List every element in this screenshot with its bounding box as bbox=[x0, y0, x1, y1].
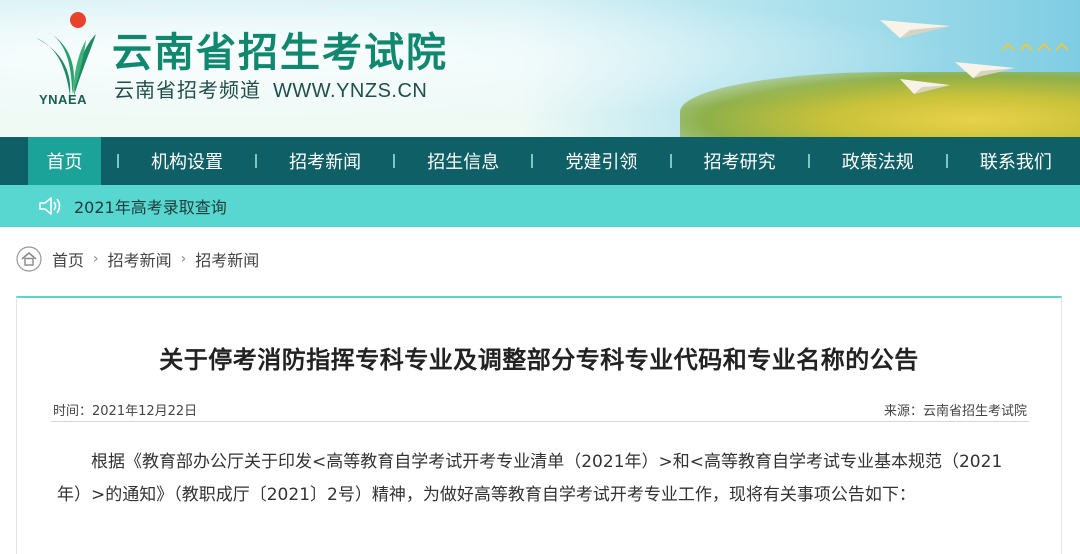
paper-plane-icon bbox=[955, 62, 1015, 78]
main-nav: 首页 机构设置 招考新闻 招生信息 党建引领 招考研究 政策法规 联系我们 bbox=[0, 137, 1080, 185]
paper-plane-icon bbox=[880, 20, 950, 38]
nav-item-organization[interactable]: 机构设置 bbox=[123, 137, 251, 185]
article-panel: 关于停考消防指挥专科专业及调整部分专科专业代码和专业名称的公告 时间：2021年… bbox=[16, 296, 1062, 554]
notice-link[interactable]: 2021年高考录取查询 bbox=[74, 194, 227, 218]
nav-divider bbox=[945, 154, 948, 168]
site-url: WWW.YNZS.CN bbox=[273, 80, 428, 102]
nav-item-contact[interactable]: 联系我们 bbox=[952, 137, 1080, 185]
site-title: 云南省招生考试院 bbox=[112, 30, 448, 76]
nav-item-party-building[interactable]: 党建引领 bbox=[537, 137, 665, 185]
nav-divider bbox=[255, 154, 258, 168]
nav-divider bbox=[531, 154, 534, 168]
header-banner: YNAEA 云南省招生考试院 云南省招考频道 WWW.YNZS.CN bbox=[0, 0, 1080, 137]
home-icon[interactable] bbox=[16, 246, 42, 272]
article-body: 根据《教育部办公厅关于印发<高等教育自学考试开考专业清单（2021年）>和<高等… bbox=[57, 452, 1003, 505]
nav-item-policy[interactable]: 政策法规 bbox=[814, 137, 942, 185]
nav-divider bbox=[393, 154, 396, 168]
breadcrumb: 首页 › 招考新闻 › 招考新闻 bbox=[16, 244, 259, 274]
nav-divider bbox=[116, 154, 119, 168]
breadcrumb-separator: › bbox=[180, 251, 187, 267]
nav-item-exam-research[interactable]: 招考研究 bbox=[676, 137, 804, 185]
breadcrumb-separator: › bbox=[93, 251, 99, 267]
nav-divider bbox=[807, 154, 810, 168]
article-source: 来源：云南省招生考试院 bbox=[883, 404, 1027, 419]
site-subtitle: 云南省招考频道 WWW.YNZS.CN bbox=[114, 74, 427, 103]
logo-text: YNAEA bbox=[39, 92, 88, 107]
breadcrumb-current[interactable]: 招考新闻 bbox=[195, 247, 259, 271]
article-meta: 时间：2021年12月22日 来源：云南省招生考试院 bbox=[51, 398, 1029, 422]
paper-plane-icon bbox=[900, 79, 950, 94]
breadcrumb-home[interactable]: 首页 bbox=[52, 247, 84, 271]
article-date: 时间：2021年12月22日 bbox=[53, 404, 198, 419]
nav-item-home[interactable]: 首页 bbox=[28, 137, 101, 185]
notice-bar: 2021年高考录取查询 bbox=[0, 185, 1080, 227]
nav-item-exam-news[interactable]: 招考新闻 bbox=[261, 137, 389, 185]
birds-decoration bbox=[1001, 42, 1069, 51]
speaker-icon bbox=[39, 197, 61, 215]
breadcrumb-exam-news[interactable]: 招考新闻 bbox=[108, 247, 172, 271]
nav-item-admission-info[interactable]: 招生信息 bbox=[399, 137, 527, 185]
nav-divider bbox=[669, 154, 672, 168]
article-title: 关于停考消防指挥专科专业及调整部分专科专业代码和专业名称的公告 bbox=[159, 346, 919, 374]
subtitle-text: 云南省招考频道 bbox=[114, 78, 261, 102]
